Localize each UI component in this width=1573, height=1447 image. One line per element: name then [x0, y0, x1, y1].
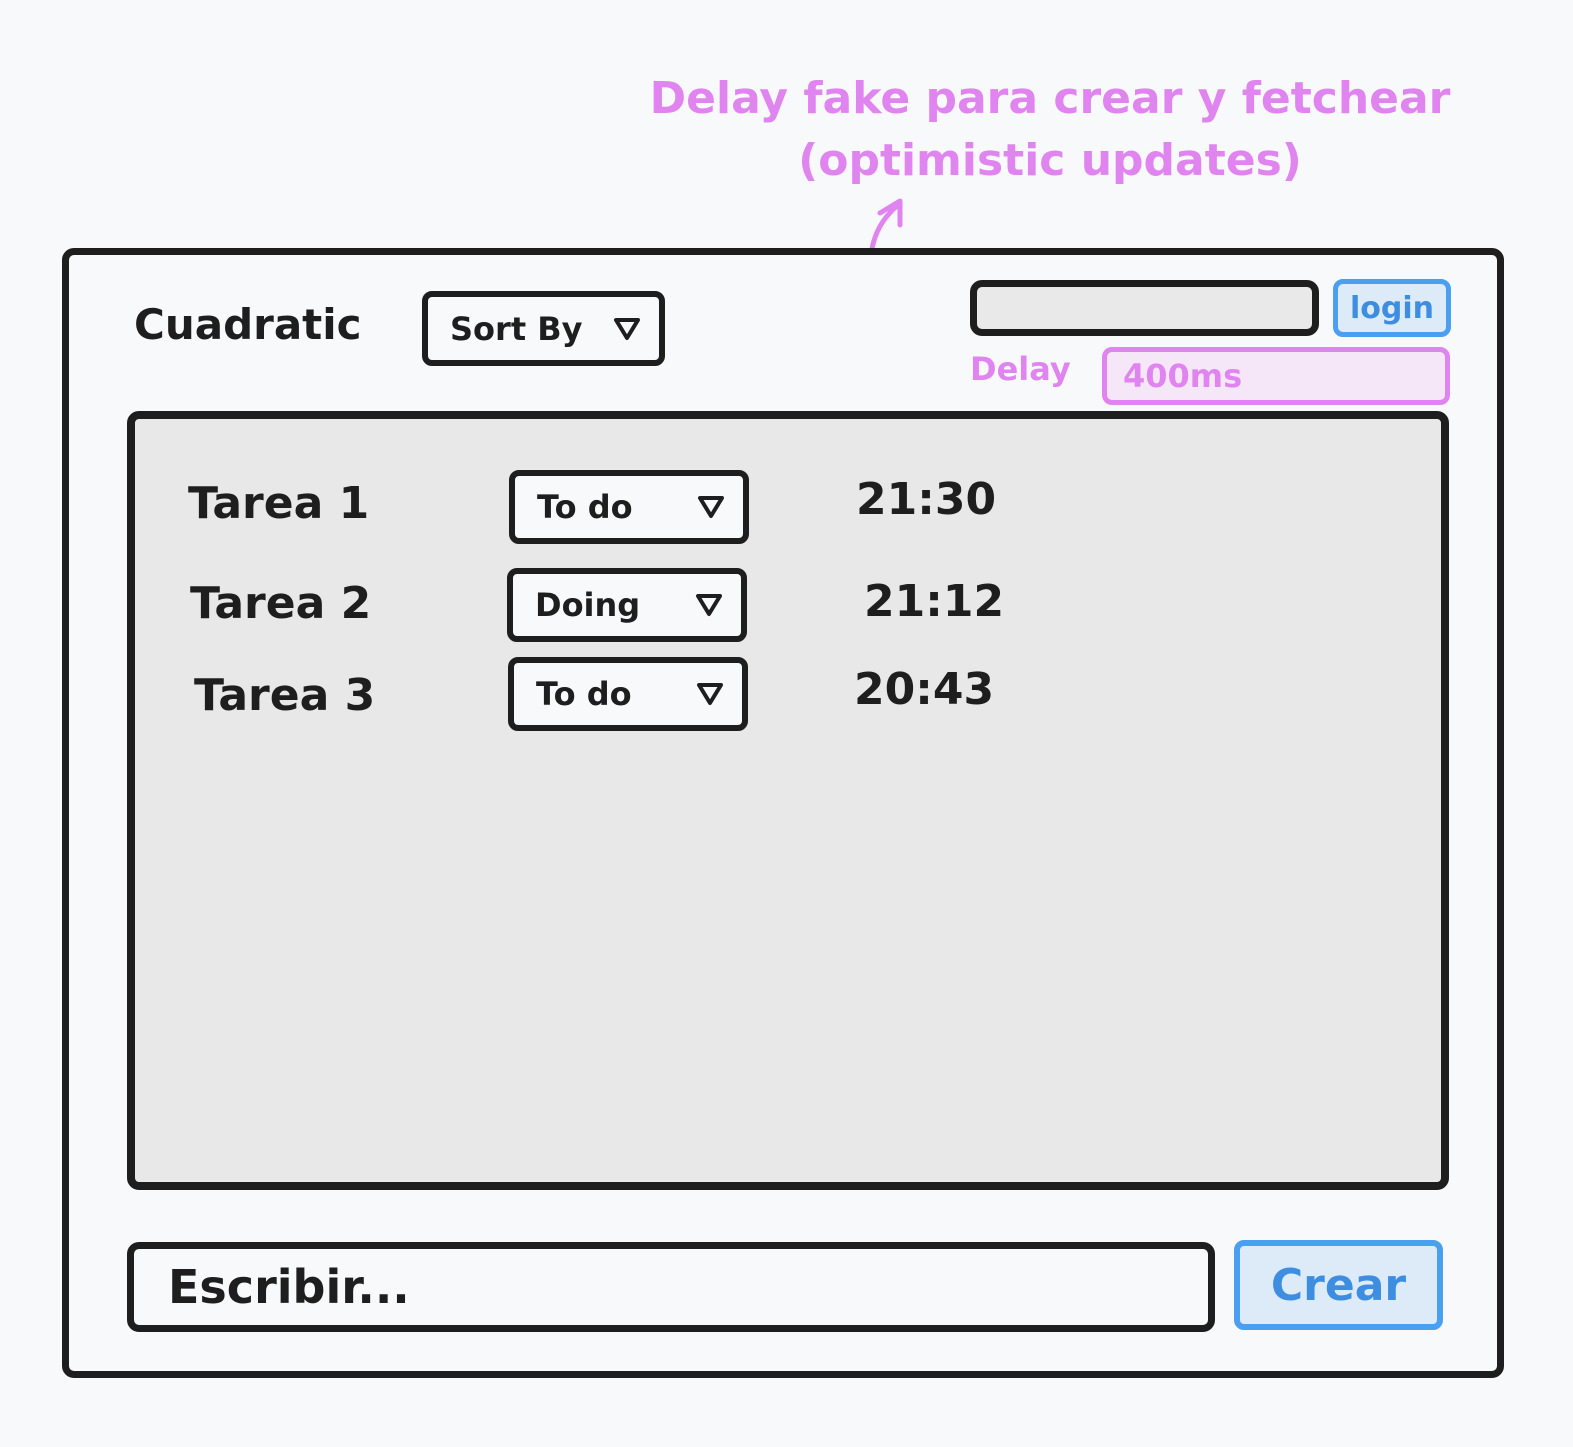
task-name: Tarea 2 [190, 578, 372, 629]
annotation-line-1: Delay fake para crear y fetchear [649, 73, 1451, 124]
task-status-dropdown[interactable]: To do [509, 470, 749, 544]
task-status-label: Doing [535, 586, 641, 624]
login-button[interactable]: login [1333, 279, 1451, 337]
chevron-down-icon [698, 496, 724, 518]
sort-by-label: Sort By [450, 309, 583, 348]
task-time: 20:43 [854, 664, 995, 715]
task-status-label: To do [537, 488, 633, 526]
task-name: Tarea 1 [188, 478, 370, 529]
new-task-input[interactable]: Escribir... [127, 1242, 1215, 1332]
delay-annotation: Delay fake para crear y fetchear (optimi… [560, 68, 1540, 192]
chevron-down-icon [697, 683, 723, 705]
login-input[interactable] [970, 280, 1319, 336]
task-status-label: To do [536, 675, 632, 713]
sort-by-dropdown[interactable]: Sort By [422, 291, 665, 366]
delay-input[interactable]: 400ms [1102, 347, 1450, 405]
task-status-dropdown[interactable]: Doing [507, 568, 747, 642]
annotation-line-2: (optimistic updates) [798, 135, 1302, 186]
chevron-down-icon [696, 594, 722, 616]
task-time: 21:30 [856, 474, 997, 525]
task-time: 21:12 [864, 576, 1005, 627]
delay-label: Delay [970, 350, 1071, 388]
create-button[interactable]: Crear [1234, 1240, 1443, 1330]
task-name: Tarea 3 [194, 670, 376, 721]
new-task-placeholder: Escribir... [168, 1260, 410, 1314]
chevron-down-icon [614, 317, 640, 340]
app-title: Cuadratic [134, 300, 362, 349]
task-status-dropdown[interactable]: To do [508, 657, 748, 731]
